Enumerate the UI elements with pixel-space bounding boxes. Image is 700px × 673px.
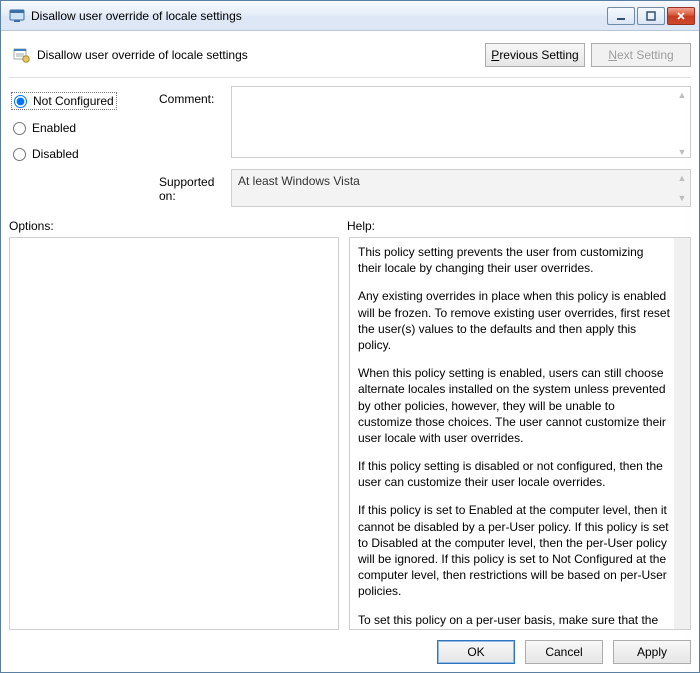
window-buttons bbox=[607, 7, 695, 25]
panes: This policy setting prevents the user fr… bbox=[9, 237, 691, 630]
app-icon bbox=[9, 8, 25, 24]
settings-grid: Not Configured Enabled Disabled Comment:… bbox=[9, 86, 691, 207]
comment-label: Comment: bbox=[159, 86, 231, 161]
titlebar[interactable]: Disallow user override of locale setting… bbox=[1, 1, 699, 31]
radio-disabled-input[interactable] bbox=[13, 148, 26, 161]
client-area: Disallow user override of locale setting… bbox=[1, 31, 699, 672]
help-p1: This policy setting prevents the user fr… bbox=[358, 244, 670, 276]
supported-on-wrap: At least Windows Vista ▲ ▼ bbox=[231, 169, 691, 207]
header-row: Disallow user override of locale setting… bbox=[9, 35, 691, 75]
options-label: Options: bbox=[9, 219, 347, 233]
cancel-button[interactable]: Cancel bbox=[525, 640, 603, 664]
radio-enabled-label: Enabled bbox=[32, 121, 76, 135]
radio-not-configured-label: Not Configured bbox=[33, 94, 114, 108]
supported-scrollbar: ▲ ▼ bbox=[674, 170, 690, 206]
close-button[interactable] bbox=[667, 7, 695, 25]
scroll-down-icon: ▼ bbox=[674, 144, 690, 160]
previous-setting-button[interactable]: Previous Setting bbox=[485, 43, 585, 67]
help-p3: When this policy setting is enabled, use… bbox=[358, 365, 670, 446]
scroll-up-icon: ▲ bbox=[674, 170, 690, 186]
separator bbox=[9, 77, 691, 78]
policy-title: Disallow user override of locale setting… bbox=[37, 48, 479, 62]
options-pane[interactable] bbox=[9, 237, 339, 630]
help-p6: To set this policy on a per-user basis, … bbox=[358, 612, 670, 629]
policy-icon bbox=[11, 45, 31, 65]
help-p5: If this policy is set to Enabled at the … bbox=[358, 502, 670, 599]
supported-on-label: Supported on: bbox=[159, 169, 231, 207]
state-radio-group: Not Configured Enabled Disabled bbox=[9, 86, 159, 207]
radio-not-configured-input[interactable] bbox=[14, 95, 27, 108]
radio-disabled[interactable]: Disabled bbox=[11, 146, 81, 162]
radio-not-configured[interactable]: Not Configured bbox=[11, 92, 117, 110]
gpo-editor-window: Disallow user override of locale setting… bbox=[0, 0, 700, 673]
radio-disabled-label: Disabled bbox=[32, 147, 79, 161]
maximize-button[interactable] bbox=[637, 7, 665, 25]
help-label: Help: bbox=[347, 219, 375, 233]
help-p2: Any existing overrides in place when thi… bbox=[358, 288, 670, 353]
scroll-up-icon: ▲ bbox=[674, 87, 690, 103]
help-scrollbar[interactable] bbox=[674, 238, 690, 629]
ok-button[interactable]: OK bbox=[437, 640, 515, 664]
apply-button[interactable]: Apply bbox=[613, 640, 691, 664]
comment-scrollbar: ▲ ▼ bbox=[674, 87, 690, 160]
next-setting-button[interactable]: Next Setting bbox=[591, 43, 691, 67]
radio-enabled[interactable]: Enabled bbox=[11, 120, 78, 136]
radio-enabled-input[interactable] bbox=[13, 122, 26, 135]
pane-labels: Options: Help: bbox=[9, 219, 691, 233]
scroll-down-icon: ▼ bbox=[674, 190, 690, 206]
comment-wrap: ▲ ▼ bbox=[231, 86, 691, 161]
comment-textarea[interactable] bbox=[231, 86, 691, 158]
dialog-buttons: OK Cancel Apply bbox=[9, 640, 691, 664]
supported-on-value: At least Windows Vista bbox=[231, 169, 691, 207]
window-title: Disallow user override of locale setting… bbox=[31, 9, 607, 23]
minimize-button[interactable] bbox=[607, 7, 635, 25]
help-p4: If this policy setting is disabled or no… bbox=[358, 458, 670, 490]
help-text[interactable]: This policy setting prevents the user fr… bbox=[350, 238, 690, 629]
help-pane: This policy setting prevents the user fr… bbox=[349, 237, 691, 630]
